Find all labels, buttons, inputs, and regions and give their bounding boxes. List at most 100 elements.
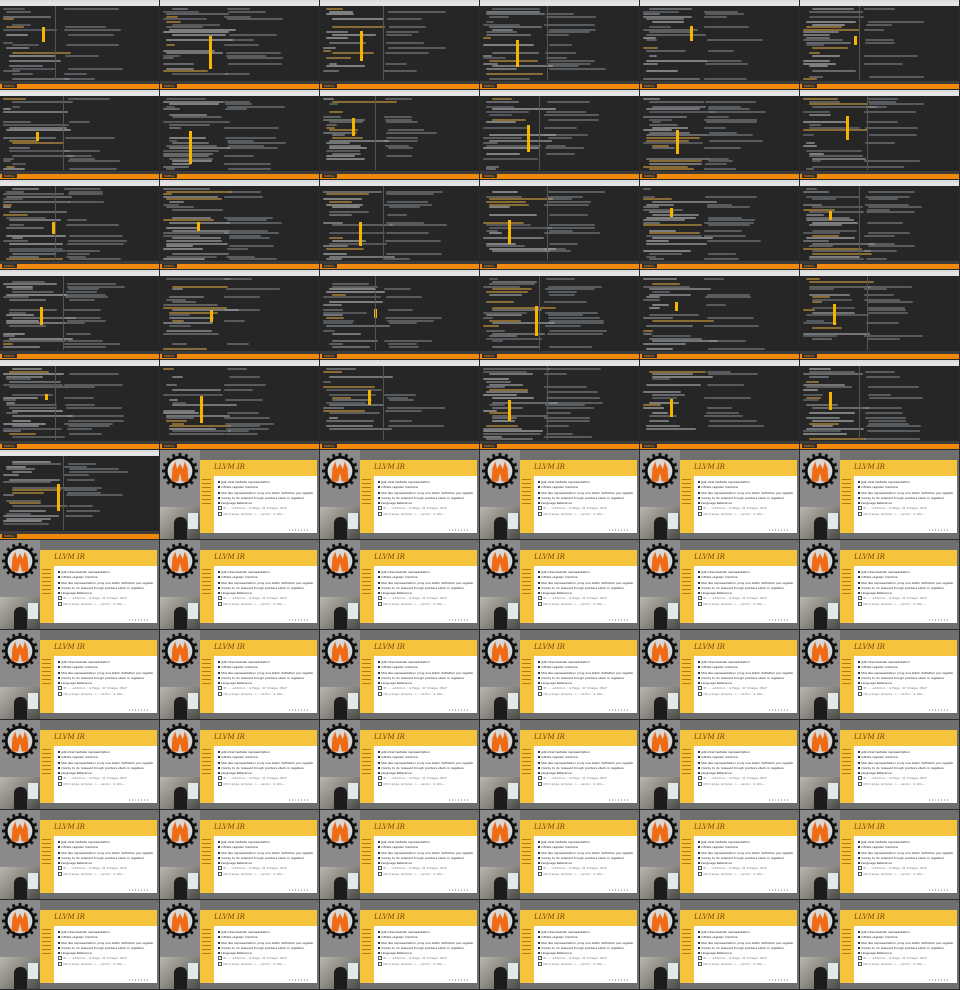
- slide-navigation[interactable]: [609, 529, 629, 531]
- selection-highlight: [368, 402, 371, 405]
- slide-navigation[interactable]: [769, 709, 789, 711]
- llvm-dragon-gear-icon: [481, 452, 519, 490]
- slide-navigation[interactable]: [129, 799, 149, 801]
- bullet-text: i8 ... ; add/mul, ; i1 flags ; i8 "integ…: [223, 506, 288, 511]
- slide-navigation[interactable]: [609, 619, 629, 621]
- slide-navigation[interactable]: [289, 529, 309, 531]
- code-line: [323, 253, 347, 255]
- code-line: [64, 322, 85, 325]
- slide-navigation[interactable]: [609, 799, 629, 801]
- code-line: [69, 471, 128, 473]
- presenter: [814, 607, 827, 629]
- slide-navigation[interactable]: [929, 709, 949, 711]
- slide-navigation[interactable]: [449, 529, 469, 531]
- split-divider[interactable]: [547, 366, 548, 440]
- slide-navigation[interactable]: [289, 799, 309, 801]
- split-divider[interactable]: [375, 96, 376, 170]
- code-line: [549, 345, 592, 348]
- slide-navigation[interactable]: [929, 979, 949, 981]
- slide-navigation[interactable]: [929, 799, 949, 801]
- slide-navigation[interactable]: [449, 979, 469, 981]
- code-line: [652, 335, 691, 338]
- split-divider[interactable]: [859, 6, 860, 80]
- split-divider[interactable]: [539, 276, 540, 350]
- split-divider[interactable]: [539, 96, 540, 170]
- webcam-window: [508, 963, 518, 979]
- bullet-text: gdb intermediate representation: [861, 660, 910, 664]
- llvm-dragon-gear-icon: [641, 812, 679, 850]
- code-area: [640, 186, 799, 261]
- slide-navigation[interactable]: [289, 889, 309, 891]
- code-line: [546, 15, 596, 18]
- slide-sidebar: [360, 746, 374, 803]
- code-line: [486, 201, 526, 203]
- code-line: [169, 324, 191, 327]
- split-divider[interactable]: [383, 6, 384, 80]
- split-divider[interactable]: [63, 456, 64, 530]
- bullet-icon: [538, 862, 540, 865]
- split-divider[interactable]: [859, 366, 860, 440]
- slide-sidebar: [680, 746, 694, 803]
- code-line: [646, 383, 701, 386]
- split-divider[interactable]: [63, 96, 64, 170]
- code-line: [386, 131, 437, 134]
- split-divider[interactable]: [55, 366, 56, 440]
- slide-navigation[interactable]: [609, 979, 629, 981]
- slide-navigation[interactable]: [769, 889, 789, 891]
- bullet-text: (i8) (range, simple) ; r.. ; vector ; i1…: [63, 691, 127, 696]
- bullet-text: Language Reference: [541, 681, 572, 686]
- slide-navigation[interactable]: [449, 619, 469, 621]
- split-divider[interactable]: [547, 6, 548, 80]
- slide-navigation[interactable]: [289, 709, 309, 711]
- slide-navigation[interactable]: [129, 709, 149, 711]
- slide-navigation[interactable]: [609, 889, 629, 891]
- slide-title: LLVM IR: [534, 463, 565, 471]
- slide-bullet-list: gdb intermediate representation infinite …: [538, 840, 633, 877]
- slide-navigation[interactable]: [769, 619, 789, 621]
- split-divider[interactable]: [547, 186, 548, 260]
- slide-navigation[interactable]: [929, 889, 949, 891]
- slide-bullet-list: gdb intermediate representation infinite …: [698, 840, 793, 877]
- code-line: [868, 232, 910, 235]
- slide-title: LLVM IR: [54, 913, 85, 921]
- split-divider[interactable]: [383, 186, 384, 260]
- slide-navigation[interactable]: [929, 619, 949, 621]
- webcam-view: [480, 687, 520, 719]
- code-line: [489, 206, 510, 209]
- code-line: [809, 103, 868, 106]
- split-divider[interactable]: [383, 366, 384, 440]
- code-line: [549, 67, 606, 70]
- split-divider[interactable]: [63, 276, 64, 350]
- slide-navigation[interactable]: [929, 529, 949, 531]
- slide-bullet: (i8) (range, simple) ; r.. ; vector ; i1…: [378, 601, 473, 607]
- slide-navigation[interactable]: [289, 619, 309, 621]
- slide-navigation[interactable]: [129, 889, 149, 891]
- slide-navigation[interactable]: [449, 889, 469, 891]
- code-line: [486, 291, 528, 293]
- split-divider[interactable]: [55, 6, 56, 80]
- slide-navigation[interactable]: [609, 709, 629, 711]
- bullet-text: infinite register machine: [541, 755, 578, 760]
- slide-navigation[interactable]: [289, 979, 309, 981]
- split-divider[interactable]: [867, 276, 868, 350]
- llvm-dragon-gear-icon: [321, 722, 359, 760]
- bullet-icon: [58, 576, 60, 579]
- code-line: [869, 103, 924, 106]
- split-divider[interactable]: [55, 186, 56, 260]
- code-line: [489, 15, 509, 18]
- split-divider[interactable]: [859, 186, 860, 260]
- slide-navigation[interactable]: [449, 799, 469, 801]
- code-line: [646, 348, 673, 351]
- slide-navigation[interactable]: [449, 709, 469, 711]
- code-line: [486, 111, 529, 113]
- editor-statusbar: NORMAL: [800, 444, 959, 449]
- slide-navigation[interactable]: [129, 619, 149, 621]
- slide-navigation[interactable]: [769, 799, 789, 801]
- slide-navigation[interactable]: [769, 529, 789, 531]
- slide-navigation[interactable]: [769, 979, 789, 981]
- split-divider[interactable]: [867, 96, 868, 170]
- slide-navigation[interactable]: [129, 979, 149, 981]
- slide-header: LLVM IR: [680, 910, 797, 926]
- split-divider[interactable]: [375, 276, 376, 350]
- code-line: [806, 386, 852, 389]
